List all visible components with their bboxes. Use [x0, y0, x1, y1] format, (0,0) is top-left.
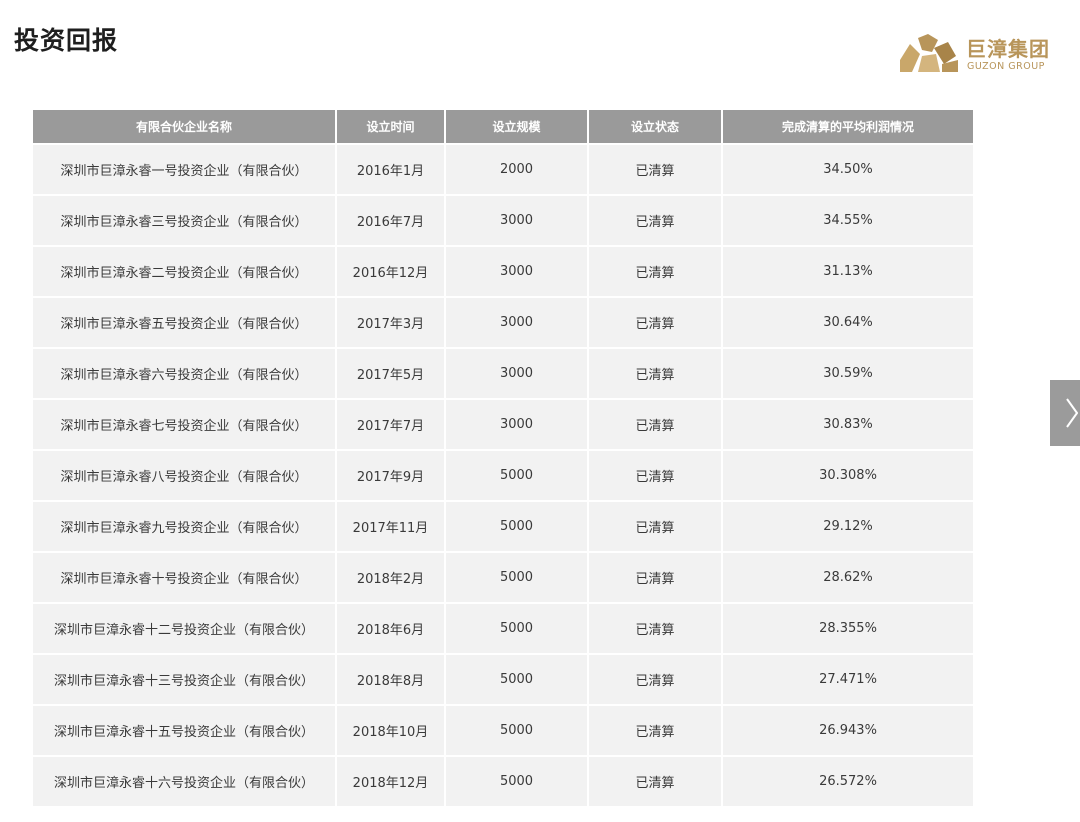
chevron-right-icon: [1066, 398, 1078, 428]
cell-establish-date: 2018年10月: [336, 704, 446, 756]
cell-status: 已清算: [588, 449, 723, 501]
table-header-row: 有限合伙企业名称 设立时间 设立规模 设立状态 完成清算的平均利润情况: [33, 110, 973, 144]
cell-status: 已清算: [588, 245, 723, 297]
table-row: 深圳市巨漳永睿十六号投资企业（有限合伙） 2018年12月 5000 已清算 2…: [33, 755, 973, 806]
table-row: 深圳市巨漳永睿一号投资企业（有限合伙） 2016年1月 2000 已清算 34.…: [33, 143, 973, 195]
cell-status: 已清算: [588, 602, 723, 654]
cell-company-name: 深圳市巨漳永睿六号投资企业（有限合伙）: [33, 347, 337, 399]
cell-company-name: 深圳市巨漳永睿十二号投资企业（有限合伙）: [33, 602, 337, 654]
cell-status: 已清算: [588, 500, 723, 552]
cell-status: 已清算: [588, 296, 723, 348]
cell-status: 已清算: [588, 143, 723, 195]
cell-fund-size: 3000: [445, 347, 589, 399]
cell-establish-date: 2017年11月: [336, 500, 446, 552]
cell-establish-date: 2018年6月: [336, 602, 446, 654]
cell-company-name: 深圳市巨漳永睿十号投资企业（有限合伙）: [33, 551, 337, 603]
brand-name: 巨漳集团: [966, 37, 1050, 61]
table-row: 深圳市巨漳永睿十二号投资企业（有限合伙） 2018年6月 5000 已清算 28…: [33, 602, 973, 654]
cell-establish-date: 2016年7月: [336, 194, 446, 246]
cell-fund-size: 5000: [445, 704, 589, 756]
investment-return-table-container: 有限合伙企业名称 设立时间 设立规模 设立状态 完成清算的平均利润情况 深圳市巨…: [33, 110, 973, 806]
cell-company-name: 深圳市巨漳永睿二号投资企业（有限合伙）: [33, 245, 337, 297]
investment-return-table: 有限合伙企业名称 设立时间 设立规模 设立状态 完成清算的平均利润情况 深圳市巨…: [33, 110, 973, 806]
table-row: 深圳市巨漳永睿三号投资企业（有限合伙） 2016年7月 3000 已清算 34.…: [33, 194, 973, 246]
cell-establish-date: 2018年12月: [336, 755, 446, 806]
cell-fund-size: 3000: [445, 194, 589, 246]
cell-status: 已清算: [588, 398, 723, 450]
cell-establish-date: 2017年9月: [336, 449, 446, 501]
cell-fund-size: 3000: [445, 245, 589, 297]
header-fund-size: 设立规模: [445, 110, 589, 144]
cell-average-profit: 30.59%: [722, 347, 973, 399]
cell-average-profit: 30.64%: [722, 296, 973, 348]
table-row: 深圳市巨漳永睿十号投资企业（有限合伙） 2018年2月 5000 已清算 28.…: [33, 551, 973, 603]
cell-average-profit: 30.308%: [722, 449, 973, 501]
cell-fund-size: 5000: [445, 551, 589, 603]
next-page-button[interactable]: [1050, 380, 1080, 446]
cell-average-profit: 29.12%: [722, 500, 973, 552]
table-row: 深圳市巨漳永睿九号投资企业（有限合伙） 2017年11月 5000 已清算 29…: [33, 500, 973, 552]
cell-establish-date: 2018年2月: [336, 551, 446, 603]
table-row: 深圳市巨漳永睿二号投资企业（有限合伙） 2016年12月 3000 已清算 31…: [33, 245, 973, 297]
cell-status: 已清算: [588, 347, 723, 399]
cell-company-name: 深圳市巨漳永睿九号投资企业（有限合伙）: [33, 500, 337, 552]
cell-fund-size: 5000: [445, 755, 589, 806]
table-row: 深圳市巨漳永睿十五号投资企业（有限合伙） 2018年10月 5000 已清算 2…: [33, 704, 973, 756]
cell-average-profit: 27.471%: [722, 653, 973, 705]
cell-company-name: 深圳市巨漳永睿七号投资企业（有限合伙）: [33, 398, 337, 450]
company-logo: 巨漳集团 GUZON GROUP: [898, 34, 1058, 76]
cell-average-profit: 30.83%: [722, 398, 973, 450]
cell-fund-size: 5000: [445, 449, 589, 501]
cell-average-profit: 34.55%: [722, 194, 973, 246]
cell-company-name: 深圳市巨漳永睿五号投资企业（有限合伙）: [33, 296, 337, 348]
logo-mark-icon: [900, 34, 958, 72]
cell-establish-date: 2017年5月: [336, 347, 446, 399]
cell-company-name: 深圳市巨漳永睿十三号投资企业（有限合伙）: [33, 653, 337, 705]
header-establish-date: 设立时间: [336, 110, 446, 144]
cell-establish-date: 2016年12月: [336, 245, 446, 297]
cell-status: 已清算: [588, 653, 723, 705]
cell-average-profit: 26.943%: [722, 704, 973, 756]
cell-fund-size: 5000: [445, 602, 589, 654]
cell-status: 已清算: [588, 194, 723, 246]
cell-status: 已清算: [588, 755, 723, 806]
cell-fund-size: 2000: [445, 143, 589, 195]
table-row: 深圳市巨漳永睿七号投资企业（有限合伙） 2017年7月 3000 已清算 30.…: [33, 398, 973, 450]
header-status: 设立状态: [588, 110, 723, 144]
cell-status: 已清算: [588, 704, 723, 756]
cell-fund-size: 5000: [445, 500, 589, 552]
page-title: 投资回报: [14, 26, 119, 55]
cell-fund-size: 3000: [445, 398, 589, 450]
cell-average-profit: 34.50%: [722, 143, 973, 195]
table-row: 深圳市巨漳永睿十三号投资企业（有限合伙） 2018年8月 5000 已清算 27…: [33, 653, 973, 705]
cell-company-name: 深圳市巨漳永睿三号投资企业（有限合伙）: [33, 194, 337, 246]
cell-establish-date: 2017年3月: [336, 296, 446, 348]
header-average-profit: 完成清算的平均利润情况: [722, 110, 973, 144]
cell-fund-size: 5000: [445, 653, 589, 705]
cell-average-profit: 28.355%: [722, 602, 973, 654]
cell-establish-date: 2016年1月: [336, 143, 446, 195]
cell-establish-date: 2017年7月: [336, 398, 446, 450]
header-company-name: 有限合伙企业名称: [33, 110, 337, 144]
cell-company-name: 深圳市巨漳永睿十五号投资企业（有限合伙）: [33, 704, 337, 756]
cell-establish-date: 2018年8月: [336, 653, 446, 705]
cell-company-name: 深圳市巨漳永睿十六号投资企业（有限合伙）: [33, 755, 337, 806]
cell-average-profit: 31.13%: [722, 245, 973, 297]
brand-subtitle: GUZON GROUP: [967, 61, 1045, 72]
cell-average-profit: 28.62%: [722, 551, 973, 603]
table-row: 深圳市巨漳永睿五号投资企业（有限合伙） 2017年3月 3000 已清算 30.…: [33, 296, 973, 348]
cell-average-profit: 26.572%: [722, 755, 973, 806]
table-row: 深圳市巨漳永睿六号投资企业（有限合伙） 2017年5月 3000 已清算 30.…: [33, 347, 973, 399]
table-row: 深圳市巨漳永睿八号投资企业（有限合伙） 2017年9月 5000 已清算 30.…: [33, 449, 973, 501]
cell-company-name: 深圳市巨漳永睿一号投资企业（有限合伙）: [33, 143, 337, 195]
cell-status: 已清算: [588, 551, 723, 603]
cell-fund-size: 3000: [445, 296, 589, 348]
cell-company-name: 深圳市巨漳永睿八号投资企业（有限合伙）: [33, 449, 337, 501]
